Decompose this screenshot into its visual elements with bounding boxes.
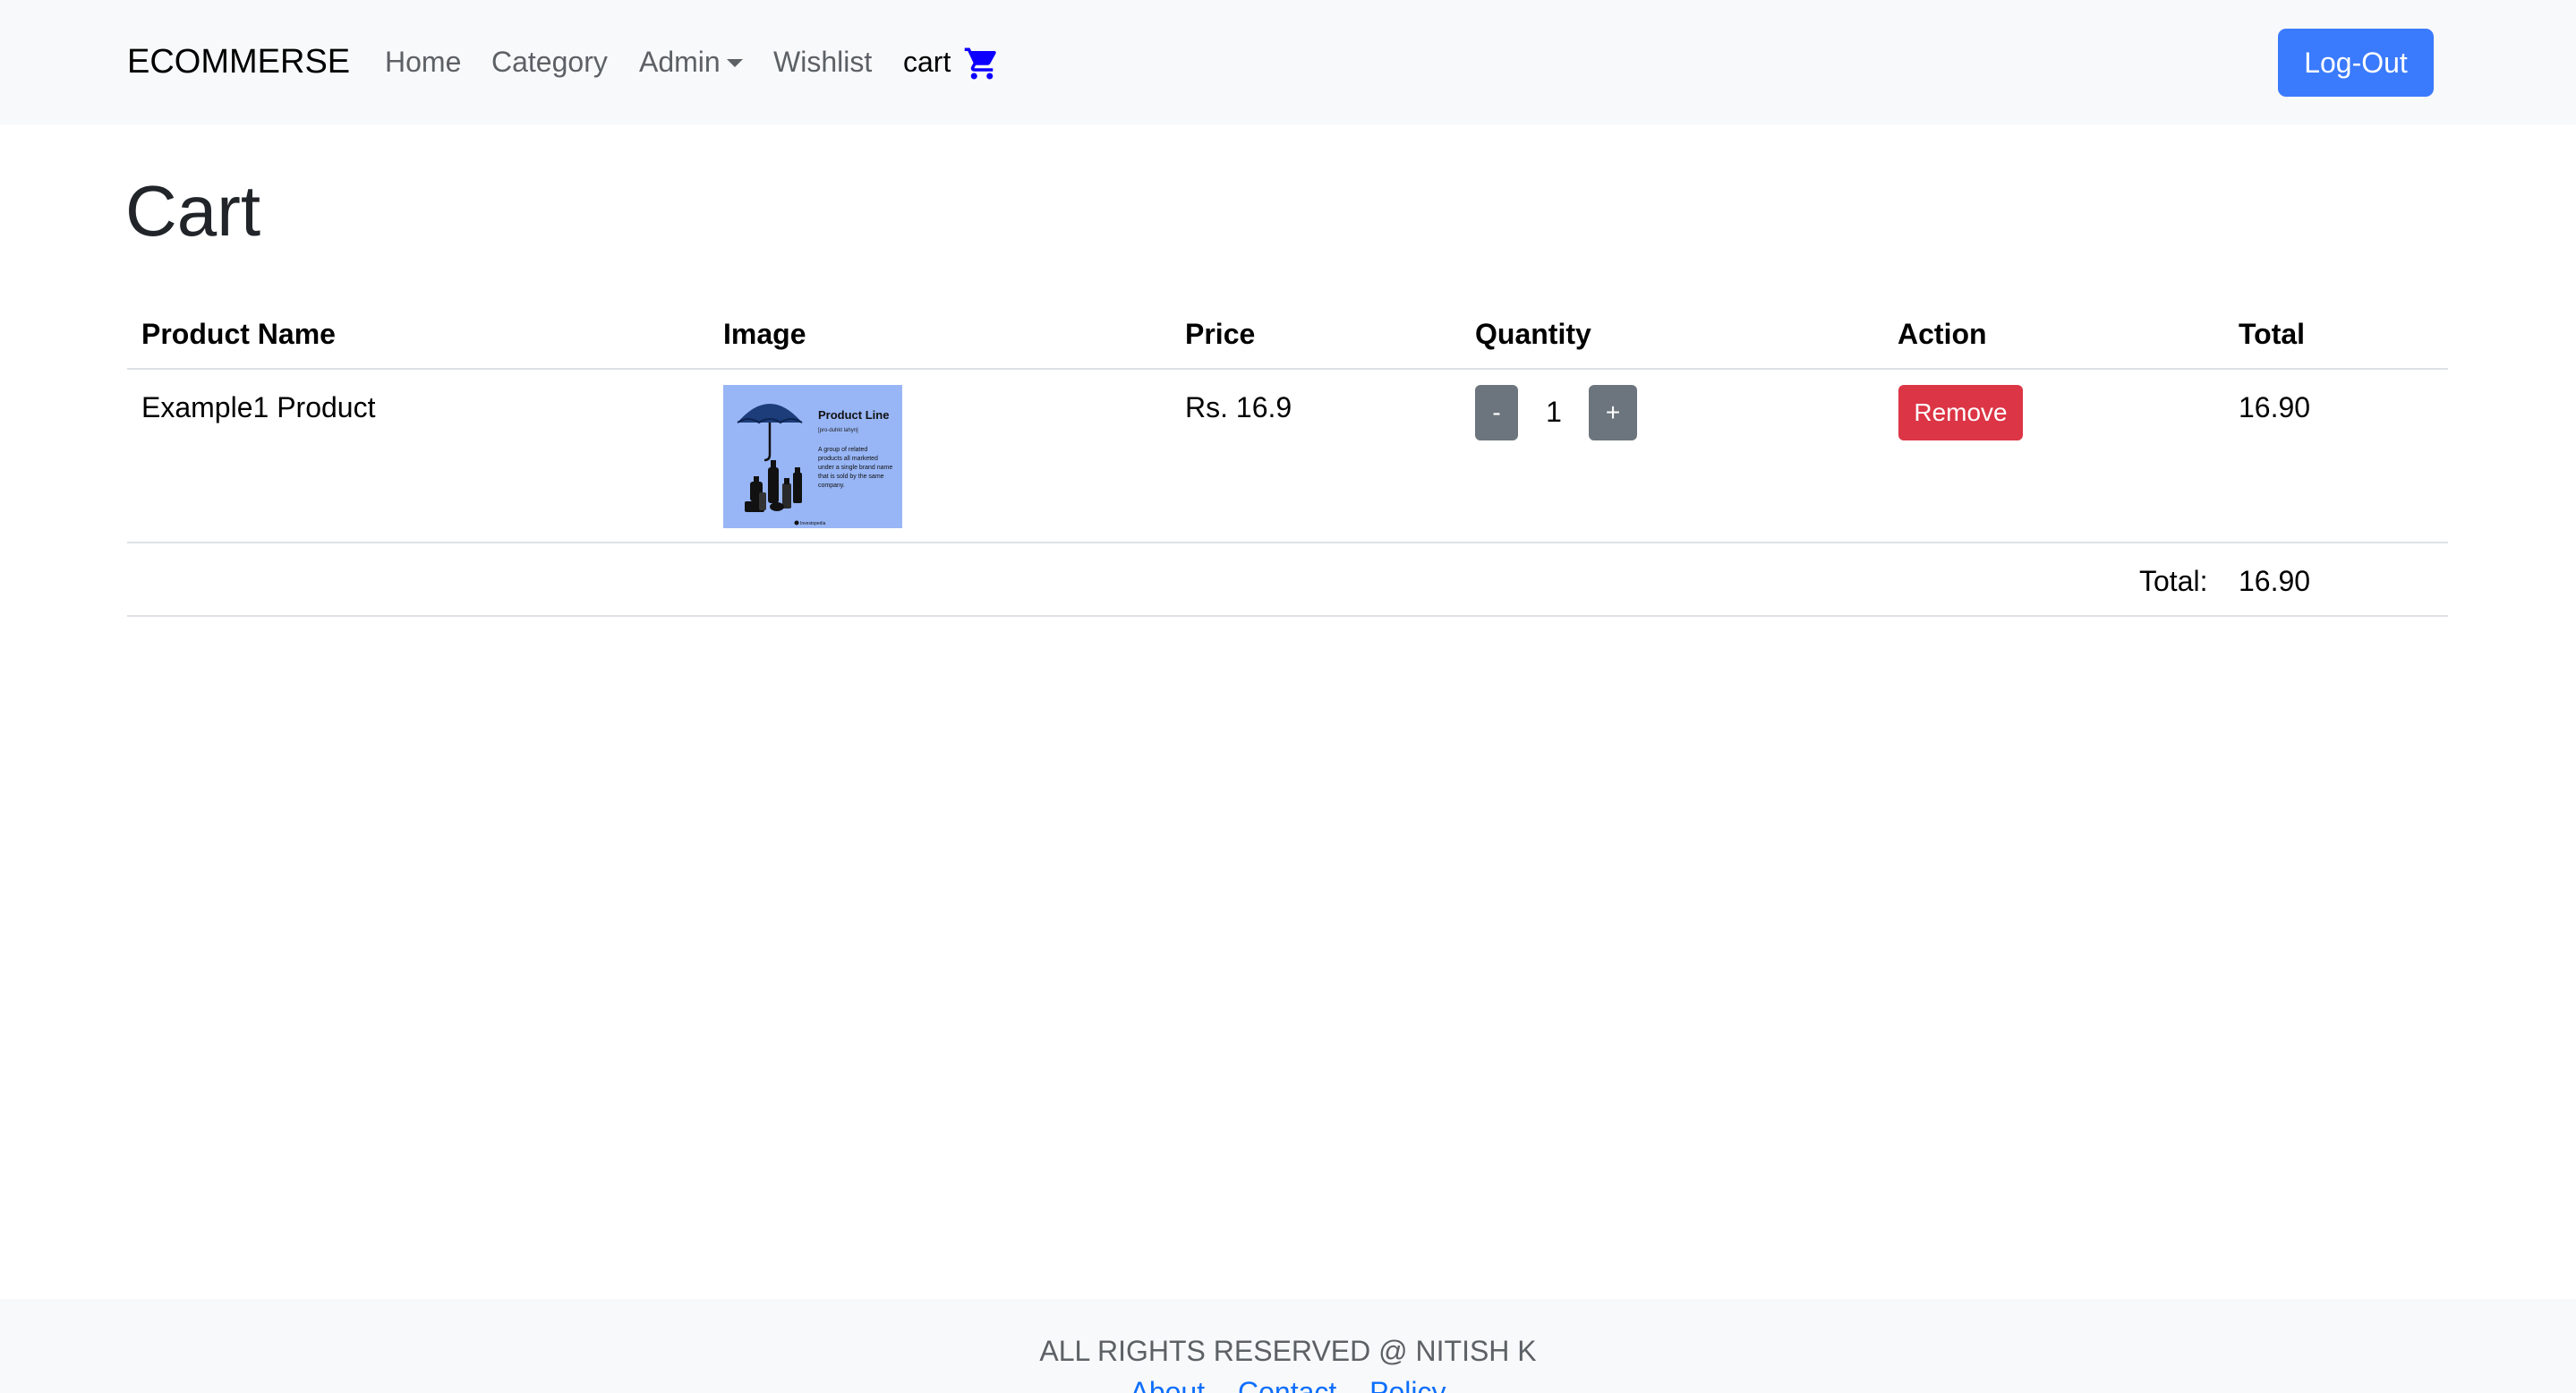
product-name: Example1 Product bbox=[141, 391, 376, 423]
brand-logo[interactable]: ECOMMERSE bbox=[127, 41, 350, 82]
grand-total-value: 16.90 bbox=[2239, 565, 2311, 597]
table-header-divider bbox=[127, 368, 2448, 370]
product-image-credit: Investopedia bbox=[800, 521, 826, 526]
table-row-divider bbox=[127, 542, 2448, 543]
footer-links: About Contact Policy bbox=[0, 1374, 2576, 1393]
footer: ALL RIGHTS RESERVED @ NITISH K About Con… bbox=[0, 1299, 2576, 1393]
header-total: Total bbox=[2239, 318, 2306, 350]
product-image-title: Product Line bbox=[818, 408, 889, 422]
header-image: Image bbox=[723, 318, 806, 350]
nav-category-link[interactable]: Category bbox=[491, 43, 608, 81]
header-price: Price bbox=[1185, 318, 1256, 350]
nav-home-link[interactable]: Home bbox=[385, 43, 461, 81]
footer-link-contact[interactable]: Contact bbox=[1238, 1376, 1336, 1393]
navbar: ECOMMERSE Home Category Admin Wishlist c… bbox=[0, 0, 2576, 124]
nav-admin-dropdown[interactable]: Admin bbox=[639, 43, 721, 81]
decrease-quantity-button[interactable]: - bbox=[1475, 385, 1518, 440]
header-quantity: Quantity bbox=[1475, 318, 1591, 350]
nav-wishlist-link[interactable]: Wishlist bbox=[773, 43, 872, 81]
table-footer-divider bbox=[127, 615, 2448, 617]
remove-button[interactable]: Remove bbox=[1898, 385, 2023, 440]
caret-down-icon[interactable] bbox=[727, 59, 743, 67]
header-product-name: Product Name bbox=[141, 318, 336, 350]
product-image-subtitle: [pro-duhkt lahyn] bbox=[818, 428, 858, 433]
page-title: Cart bbox=[125, 171, 261, 251]
shopping-cart-icon[interactable] bbox=[962, 45, 1002, 82]
grand-total-label: Total: bbox=[2139, 565, 2208, 597]
footer-link-policy[interactable]: Policy bbox=[1369, 1376, 1446, 1393]
increase-quantity-button[interactable]: + bbox=[1589, 385, 1637, 440]
row-total: 16.90 bbox=[2239, 391, 2311, 423]
footer-link-about[interactable]: About bbox=[1130, 1376, 1205, 1393]
quantity-value: 1 bbox=[1546, 396, 1562, 428]
product-image: Product Line [pro-duhkt lahyn] A group o… bbox=[723, 385, 902, 528]
logout-button[interactable]: Log-Out bbox=[2278, 29, 2434, 97]
nav-cart-link[interactable]: cart bbox=[903, 43, 951, 81]
header-action: Action bbox=[1898, 318, 1987, 350]
copyright-text: ALL RIGHTS RESERVED @ NITISH K bbox=[1039, 1335, 1537, 1367]
product-price: Rs. 16.9 bbox=[1185, 391, 1292, 423]
